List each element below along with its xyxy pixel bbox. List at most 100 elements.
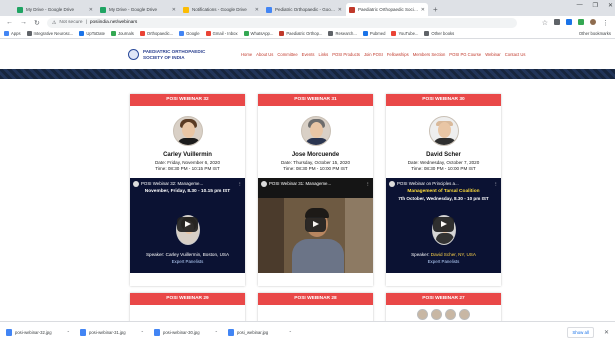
download-item[interactable]: posi-webinar-30.jpg ⌃ xyxy=(154,328,218,336)
expert-panelists: Expert Panelists xyxy=(171,258,204,264)
close-window-button[interactable]: ✕ xyxy=(608,2,613,9)
play-button[interactable] xyxy=(177,216,198,232)
bookmark-item[interactable]: Google xyxy=(179,31,200,36)
site-nav-item[interactable]: Committee xyxy=(277,52,297,57)
card-header: POSI WEBINAR 31 xyxy=(258,94,373,106)
video-embed[interactable]: POSI Webinar 31: Manageme... ⋮ xyxy=(258,177,373,273)
bookmark-item[interactable]: Orthopaedic... xyxy=(139,31,173,36)
bookmark-label: UpToDate xyxy=(86,31,105,36)
minimize-button[interactable]: — xyxy=(577,2,583,9)
bookmark-item[interactable]: Research... xyxy=(328,31,357,36)
play-button[interactable] xyxy=(433,216,454,232)
site-nav-item[interactable]: POSI Products xyxy=(332,52,360,57)
bookmark-label: Pubmed xyxy=(369,31,386,36)
profile-avatar[interactable] xyxy=(590,18,596,25)
back-icon[interactable]: ← xyxy=(6,19,13,26)
site-nav-item[interactable]: About Us xyxy=(256,52,273,57)
extension-icon[interactable] xyxy=(578,18,584,25)
extension-icon[interactable] xyxy=(554,18,560,25)
forward-icon[interactable]: → xyxy=(20,19,27,26)
speaker-prefix: Speaker: xyxy=(145,251,165,257)
bookmark-favicon-icon xyxy=(328,31,334,36)
bookmark-favicon-icon xyxy=(26,31,32,36)
browser-tab-5[interactable]: Paediatric Orthopaedic Society o...✕ xyxy=(346,3,428,16)
bookmark-item[interactable]: UpToDate xyxy=(79,31,105,36)
close-icon[interactable]: ✕ xyxy=(255,7,259,13)
bookmark-favicon-icon xyxy=(110,31,116,36)
bookmark-label: Paediatric Orthop... xyxy=(286,31,323,36)
close-icon[interactable]: ✕ xyxy=(421,7,425,13)
file-icon xyxy=(6,328,12,336)
browser-tab-3[interactable]: Notifications - Google Drive ✕ xyxy=(180,3,262,16)
chevron-up-icon[interactable]: ⌃ xyxy=(141,330,144,335)
chevron-up-icon[interactable]: ⌃ xyxy=(289,330,292,335)
download-filename: posi-webinar-31.jpg xyxy=(89,329,126,335)
bookmark-item[interactable]: YouTube... xyxy=(391,31,418,36)
browser-tab-1[interactable]: My Drive - Google Drive ✕ xyxy=(14,3,96,16)
webinar-time: Time: 08:30 PM - 10:00 PM IST xyxy=(283,165,348,171)
bookmark-favicon-icon xyxy=(205,31,211,36)
bookmark-item[interactable]: Journals xyxy=(110,31,134,36)
speaker-thumbnails xyxy=(386,309,501,320)
close-icon[interactable]: ✕ xyxy=(604,329,609,336)
download-item[interactable]: posi_webinar.jpg ⌃ xyxy=(228,328,292,336)
bookmark-label: Integrative Neurosc... xyxy=(33,31,74,36)
other-bookmarks[interactable]: Other bookmarks xyxy=(579,31,611,36)
address-bar[interactable]: ⚠ Not secure | posiindia.net/webinars xyxy=(46,17,517,28)
download-item[interactable]: posi-webinar-32.jpg ⌃ xyxy=(6,328,70,336)
speaker-name: Jose Morcuende xyxy=(291,152,340,158)
site-nav-item[interactable]: Contact Us xyxy=(505,52,526,57)
bookmark-item[interactable]: Apps xyxy=(4,31,21,36)
close-icon[interactable]: ✕ xyxy=(338,7,342,13)
close-icon[interactable]: ✕ xyxy=(172,7,176,13)
card-header: POSI WEBINAR 32 xyxy=(130,94,245,106)
bookmark-item[interactable]: Integrative Neurosc... xyxy=(26,31,74,36)
channel-icon xyxy=(133,180,139,187)
bookmarks-bar: Apps Integrative Neurosc... UpToDate Journa… xyxy=(0,29,615,39)
site-nav-item[interactable]: POSI PG Course xyxy=(449,52,481,57)
video-embed[interactable]: POSI Webinar 32: Manageme... ⋮ November, … xyxy=(130,177,245,273)
extension-icon[interactable] xyxy=(566,18,572,25)
browser-tab-2[interactable]: My Drive - Google Drive ✕ xyxy=(97,3,179,16)
site-nav-item[interactable]: Fellowships xyxy=(387,52,409,57)
bookmark-favicon-icon xyxy=(139,31,145,36)
webinar-card: POSI WEBINAR 31 Jose Morcuende Date: Thu… xyxy=(258,94,373,286)
posi-logo-icon[interactable] xyxy=(128,49,139,60)
chevron-up-icon[interactable]: ⌃ xyxy=(67,330,70,335)
speaker-video-frame xyxy=(288,203,348,273)
reload-icon[interactable]: ↻ xyxy=(34,19,40,27)
show-all-button[interactable]: Show all xyxy=(567,326,594,338)
site-nav-item[interactable]: Links xyxy=(318,52,328,57)
new-tab-button[interactable]: + xyxy=(433,3,438,16)
bookmark-item[interactable]: Gmail - Inbox xyxy=(205,31,238,36)
more-icon[interactable]: ⋮ xyxy=(494,181,498,187)
bookmark-item[interactable]: Paediatric Orthop... xyxy=(279,31,322,36)
speaker-line: Carley Vuillermin, Boston, USA xyxy=(165,251,230,257)
more-icon[interactable]: ⋮ xyxy=(366,181,370,187)
maximize-button[interactable]: ❐ xyxy=(593,2,598,9)
browser-tab-4[interactable]: Pediatric Orthopaedic - Google Search✕ xyxy=(263,3,345,16)
star-icon[interactable]: ☆ xyxy=(542,19,548,27)
site-nav-item[interactable]: Events xyxy=(302,52,315,57)
bookmark-item[interactable]: Other books xyxy=(424,31,454,36)
site-nav-item[interactable]: Join POSI xyxy=(364,52,383,57)
site-nav-item[interactable]: Members Section xyxy=(413,52,446,57)
site-header: PAEDIATRIC ORTHOPAEDIC SOCIETY OF INDIA … xyxy=(0,40,615,69)
download-item[interactable]: posi-webinar-31.jpg ⌃ xyxy=(80,328,144,336)
security-label: Not secure xyxy=(59,20,83,25)
browser-toolbar: ← → ↻ ⚠ Not secure | posiindia.net/webin… xyxy=(0,16,615,29)
bookmark-item[interactable]: Pubmed xyxy=(362,31,386,36)
chevron-up-icon[interactable]: ⌃ xyxy=(215,330,218,335)
video-embed[interactable]: POSI Webinar on Principles a... ⋮ Managem… xyxy=(386,177,501,273)
site-brand[interactable]: PAEDIATRIC ORTHOPAEDIC SOCIETY OF INDIA xyxy=(143,49,223,60)
tab-title: My Drive - Google Drive xyxy=(109,7,158,12)
video-subtitle-2: 7th October, Wednesday, 8.30 - 10 pm IST xyxy=(398,195,489,201)
menu-icon[interactable]: ⋮ xyxy=(602,19,609,27)
bookmark-item[interactable]: WhatsApp... xyxy=(243,31,273,36)
site-nav-item[interactable]: Webinar xyxy=(485,52,501,57)
more-icon[interactable]: ⋮ xyxy=(238,181,242,187)
download-bar: posi-webinar-32.jpg ⌃ posi-webinar-31.jpg ⌃… xyxy=(0,321,615,342)
play-button[interactable] xyxy=(305,216,326,232)
close-icon[interactable]: ✕ xyxy=(89,7,93,13)
site-nav-item[interactable]: Home xyxy=(241,52,252,57)
